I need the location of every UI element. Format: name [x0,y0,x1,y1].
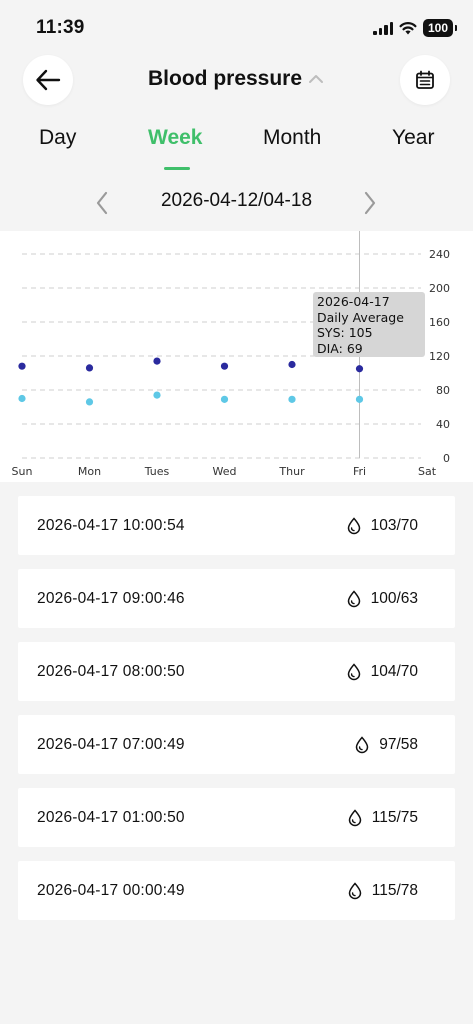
dia-data-point [355,395,364,403]
reading-value: 115/78 [371,881,418,899]
reading-value: 97/58 [379,735,418,753]
status-icons: 100 [373,19,457,37]
x-tick-label: Sun [12,465,33,478]
x-tick-label: Mon [78,465,101,478]
tab-month[interactable]: Month [263,126,321,150]
y-tick-label: 200 [429,282,450,295]
back-button[interactable] [23,55,73,105]
reading-value-group: 100/63 [346,590,418,608]
wifi-icon [399,22,417,35]
sys-data-point [85,364,94,372]
reading-time: 2026-04-17 09:00:46 [37,589,185,607]
dia-data-point [288,395,296,403]
status-bar: 11:39 100 [0,0,473,56]
chevron-up-icon [309,75,324,83]
reading-row[interactable]: 2026-04-17 09:00:46 100/63 [18,569,455,628]
dia-data-point [220,395,229,403]
next-week-button[interactable] [358,189,382,217]
reading-value-group: 104/70 [346,663,418,681]
reading-row[interactable]: 2026-04-17 01:00:50 115/75 [18,788,455,847]
tab-day[interactable]: Day [39,126,76,150]
x-tick-label: Wed [213,465,237,478]
battery-level: 100 [427,21,449,35]
blood-drop-icon [347,516,360,534]
reading-value: 103/70 [370,516,418,534]
reading-value-group: 115/78 [347,882,418,900]
reading-time: 2026-04-17 07:00:49 [37,735,185,753]
y-tick-label: 40 [436,418,450,431]
reading-time: 2026-04-17 10:00:54 [37,516,185,534]
reading-row[interactable]: 2026-04-17 08:00:50 104/70 [18,642,455,701]
dia-data-point [85,398,94,406]
reading-row[interactable]: 2026-04-17 10:00:54 103/70 [18,496,455,555]
x-tick-label: Sat [418,465,437,478]
status-time: 11:39 [36,17,85,38]
sys-data-point [288,360,296,369]
blood-pressure-chart[interactable]: 0 40 80 120 160 200 240 Sun Mon Tues Wed Thur Fri Sat… [0,231,473,482]
reading-value-group: 97/58 [354,736,418,754]
y-tick-label: 120 [429,350,450,363]
sys-data-point [220,362,229,370]
tab-week[interactable]: Week [148,126,202,150]
reading-row[interactable]: 2026-04-17 07:00:49 97/58 [18,715,455,774]
blood-drop-icon [347,589,360,607]
tab-year[interactable]: Year [392,126,434,150]
chart-tooltip: 2026-04-17 Daily Average SYS: 105 DIA: 6… [313,292,425,357]
sys-data-point [18,362,26,370]
y-tick-label: 240 [429,248,450,261]
blood-drop-icon [348,808,361,826]
reading-value: 104/70 [370,662,418,680]
y-tick-label: 80 [436,384,450,397]
reading-value-group: 103/70 [346,517,418,535]
signal-icon [373,21,393,35]
blood-drop-icon [348,881,361,899]
tooltip-dia: DIA: 69 [317,340,363,356]
reading-time: 2026-04-17 00:00:49 [37,881,185,899]
previous-week-button[interactable] [90,189,114,217]
page-title: Blood pressure [148,67,303,90]
blood-drop-icon [355,735,369,753]
tooltip-sys: SYS: 105 [317,325,373,340]
reading-time: 2026-04-17 01:00:50 [37,808,185,826]
reading-value-group: 115/75 [347,809,418,827]
dia-data-point [153,391,161,399]
sys-data-point [355,365,364,373]
arrow-left-icon [36,69,61,91]
dia-data-point [18,394,26,403]
reading-time: 2026-04-17 08:00:50 [37,662,185,680]
tooltip-label: Daily Average [317,309,404,325]
tooltip-date: 2026-04-17 [317,294,390,309]
x-tick-label: Fri [353,465,366,478]
chevron-right-icon [364,191,376,215]
reading-value: 115/75 [371,808,418,826]
y-tick-label: 0 [443,452,450,465]
tab-active-indicator [164,167,190,170]
sys-data-point [153,357,161,365]
blood-drop-icon [347,662,360,680]
y-tick-label: 160 [429,316,450,329]
page-title-dropdown[interactable]: Blood pressure [148,67,324,91]
x-tick-label: Thur [278,465,305,478]
battery-icon: 100 [423,19,457,37]
chevron-left-icon [96,191,108,215]
x-tick-label: Tues [144,465,170,478]
calendar-icon [416,70,434,89]
reading-value: 100/63 [370,589,418,607]
date-range: 2026-04-12/04-18 [160,190,313,211]
readings-list: 2026-04-17 10:00:54 103/70 2026-04-17 09… [18,496,455,934]
calendar-button[interactable] [400,55,450,105]
reading-row[interactable]: 2026-04-17 00:00:49 115/78 [18,861,455,920]
